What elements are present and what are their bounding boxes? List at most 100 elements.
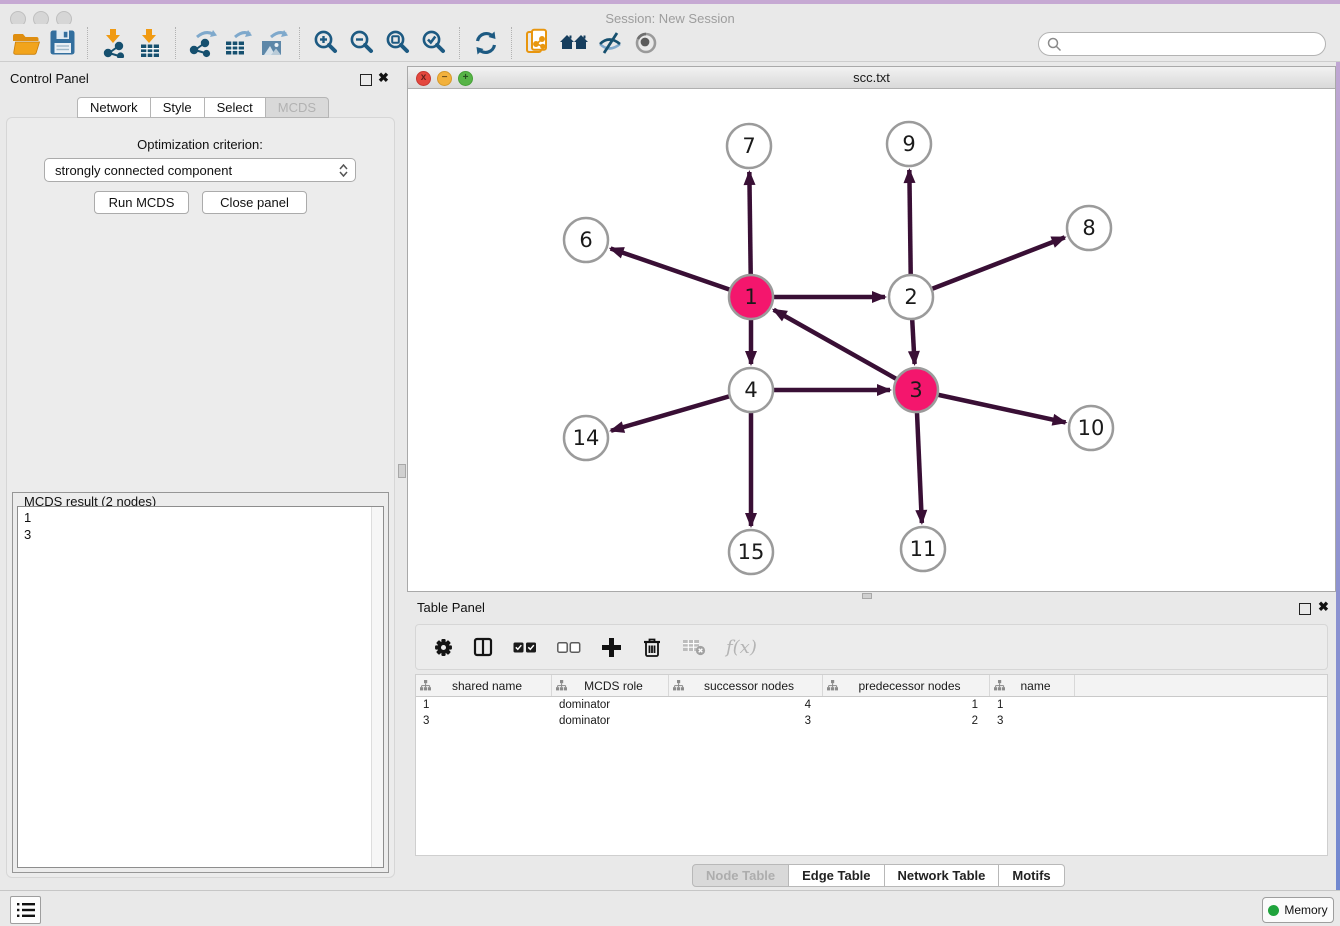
open-folder-icon	[11, 29, 41, 57]
criterion-value: strongly connected component	[55, 163, 232, 178]
column-header-successor-nodes[interactable]: successor nodes	[669, 675, 823, 696]
column-header-predecessor-nodes[interactable]: predecessor nodes	[823, 675, 990, 696]
tab-edge-table[interactable]: Edge Table	[789, 864, 884, 887]
cell[interactable]: 4	[669, 697, 823, 713]
graph-node-label: 8	[1082, 216, 1095, 240]
tab-network-table[interactable]: Network Table	[885, 864, 1000, 887]
columns-icon	[473, 637, 493, 657]
graph-edge-3-1[interactable]	[774, 310, 916, 390]
table-toolbar: f(x)	[415, 624, 1328, 670]
graph-node-11[interactable]: 11	[901, 527, 945, 571]
houses-button[interactable]	[556, 26, 592, 60]
column-header-MCDS-role[interactable]: MCDS role	[552, 675, 669, 696]
mcds-result-text[interactable]: 1 3	[17, 506, 384, 868]
table-row-2[interactable]: 3dominator323	[416, 713, 1327, 729]
tab-node-table[interactable]: Node Table	[692, 864, 789, 887]
graph-node-15[interactable]: 15	[729, 530, 773, 574]
graph-node-9[interactable]: 9	[887, 122, 931, 166]
save-session-button[interactable]	[44, 26, 80, 60]
export-image-button[interactable]	[256, 26, 292, 60]
unchecked-boxes-icon	[557, 642, 581, 653]
tab-network[interactable]: Network	[77, 97, 151, 118]
zoom-fit-button[interactable]	[380, 26, 416, 60]
refresh-layout-button[interactable]	[468, 26, 504, 60]
open-session-button[interactable]	[8, 26, 44, 60]
toolbar-separator	[175, 27, 177, 59]
network-canvas[interactable]: 7 9 6 8 1 2 4 3 14 10 15 11	[408, 88, 1335, 591]
mcds-result-scrollbar[interactable]	[371, 507, 383, 867]
close-panel-button[interactable]: Close panel	[202, 191, 307, 214]
tab-style[interactable]: Style	[151, 97, 205, 118]
graph-node-6[interactable]: 6	[564, 218, 608, 262]
run-mcds-button[interactable]: Run MCDS	[94, 191, 189, 214]
table-settings-button[interactable]	[434, 638, 453, 657]
import-network-button[interactable]	[96, 26, 132, 60]
eye-icon	[633, 30, 659, 56]
create-column-button[interactable]	[601, 637, 622, 658]
graph-node-7[interactable]: 7	[727, 124, 771, 168]
houses-icon	[558, 30, 590, 56]
graph-node-label: 7	[742, 134, 755, 158]
memory-button[interactable]: Memory	[1262, 897, 1334, 923]
export-table-button[interactable]	[220, 26, 256, 60]
copy-network-button[interactable]	[520, 26, 556, 60]
table-panel-tabs: Node TableEdge TableNetwork TableMotifs	[692, 864, 1065, 887]
graph-edge-2-8[interactable]	[911, 237, 1065, 297]
network-window-traffic-lights[interactable]: x − +	[416, 71, 479, 86]
graph-node-label: 15	[738, 540, 765, 564]
toggle-column-view-button[interactable]	[473, 637, 493, 657]
cell[interactable]: dominator	[552, 713, 669, 729]
horizontal-splitter-grip[interactable]	[862, 593, 872, 599]
network-minimize-icon[interactable]: −	[437, 71, 452, 86]
search-field[interactable]	[1038, 32, 1326, 56]
cell[interactable]: 1	[823, 697, 990, 713]
export-network-button[interactable]	[184, 26, 220, 60]
network-zoom-icon[interactable]: +	[458, 71, 473, 86]
cell[interactable]: 3	[416, 713, 552, 729]
search-input[interactable]	[1067, 36, 1325, 52]
zoom-selected-button[interactable]	[416, 26, 452, 60]
graph-node-4[interactable]: 4	[729, 368, 773, 412]
control-panel-close-icon[interactable]: ✖	[378, 72, 389, 84]
export-image-icon	[259, 28, 289, 58]
graph-node-label: 6	[579, 228, 592, 252]
cell[interactable]: 3	[669, 713, 823, 729]
cell[interactable]: dominator	[552, 697, 669, 713]
import-table-button[interactable]	[132, 26, 168, 60]
cell[interactable]: 1	[990, 697, 1075, 713]
hide-details-button[interactable]	[592, 26, 628, 60]
tab-mcds[interactable]: MCDS	[266, 97, 329, 118]
graph-node-14[interactable]: 14	[564, 416, 608, 460]
column-header-name[interactable]: name	[990, 675, 1075, 696]
criterion-dropdown[interactable]: strongly connected component	[44, 158, 356, 182]
hierarchy-icon	[556, 680, 567, 691]
graph-node-2[interactable]: 2	[889, 275, 933, 319]
network-view-window: x − + scc.txt 7968124314101511	[407, 66, 1336, 592]
cell[interactable]: 1	[416, 697, 552, 713]
select-all-columns-button[interactable]	[513, 642, 537, 653]
table-panel-float-icon[interactable]	[1299, 603, 1311, 615]
dropdown-stepper-icon	[339, 164, 348, 177]
graph-node-10[interactable]: 10	[1069, 406, 1113, 450]
delete-column-button[interactable]	[642, 636, 662, 658]
eye-button[interactable]	[628, 26, 664, 60]
zoom-in-button[interactable]	[308, 26, 344, 60]
tab-select[interactable]: Select	[205, 97, 266, 118]
cell[interactable]: 3	[990, 713, 1075, 729]
tab-motifs[interactable]: Motifs	[999, 864, 1064, 887]
graph-node-3[interactable]: 3	[894, 368, 938, 412]
deselect-all-columns-button[interactable]	[557, 642, 581, 653]
task-history-button[interactable]	[10, 896, 41, 924]
vertical-splitter-grip[interactable]	[398, 464, 406, 478]
zoom-out-button[interactable]	[344, 26, 380, 60]
cell[interactable]: 2	[823, 713, 990, 729]
graph-node-1[interactable]: 1	[729, 275, 773, 319]
control-panel-float-icon[interactable]	[360, 74, 372, 86]
graph-node-8[interactable]: 8	[1067, 206, 1111, 250]
table-row-1[interactable]: 1dominator411	[416, 697, 1327, 713]
column-header-shared-name[interactable]: shared name	[416, 675, 552, 696]
search-icon	[1047, 37, 1062, 52]
hide-graphics-icon	[596, 30, 624, 56]
network-close-icon[interactable]: x	[416, 71, 431, 86]
table-panel-close-icon[interactable]: ✖	[1318, 601, 1329, 613]
